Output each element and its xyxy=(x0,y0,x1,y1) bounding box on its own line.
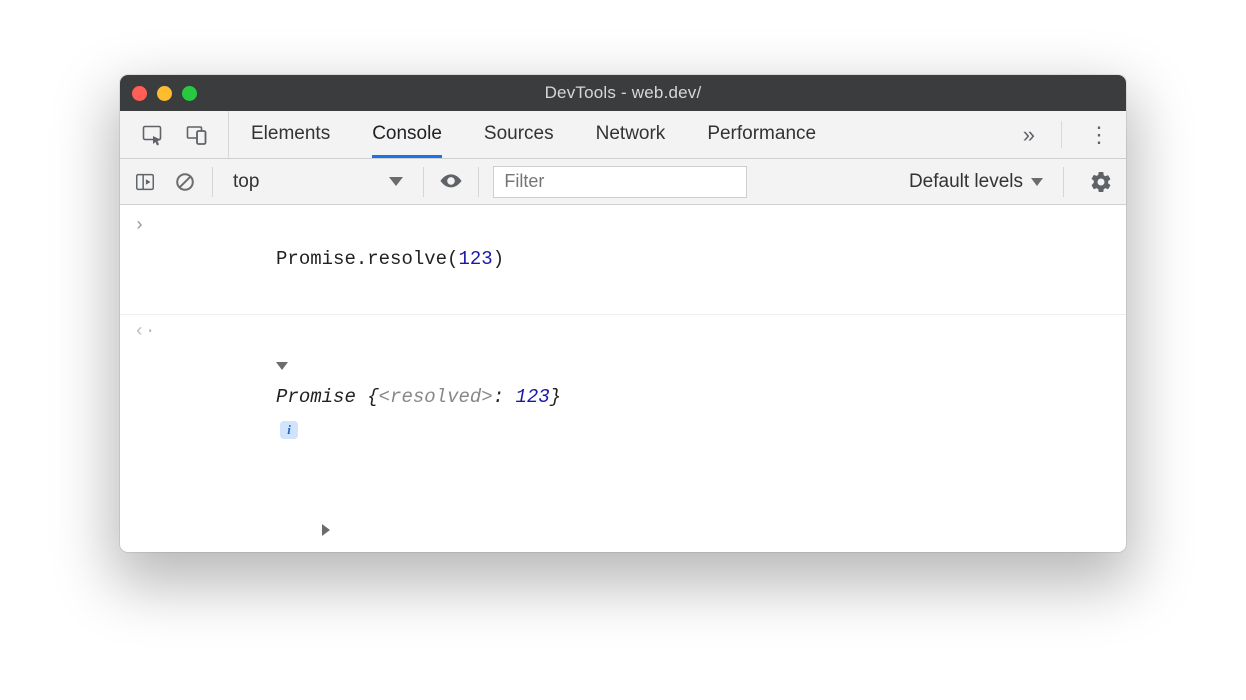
maximize-window-button[interactable] xyxy=(182,86,197,101)
tab-sources[interactable]: Sources xyxy=(484,111,554,158)
tab-console[interactable]: Console xyxy=(372,111,442,158)
tab-performance[interactable]: Performance xyxy=(707,111,816,158)
log-levels-select[interactable]: Default levels xyxy=(909,171,1049,193)
panel-tabstrip: Elements Console Sources Network Perform… xyxy=(120,111,1126,159)
tab-network[interactable]: Network xyxy=(596,111,666,158)
titlebar: DevTools - web.dev/ xyxy=(120,75,1126,111)
close-window-button[interactable] xyxy=(132,86,147,101)
window-controls xyxy=(132,86,197,101)
chevron-down-icon xyxy=(389,177,403,186)
console-result-row[interactable]: ‹· Promise {<resolved>: 123} i xyxy=(120,315,1126,480)
console-toolbar: top Default levels xyxy=(120,159,1126,205)
context-label: top xyxy=(233,171,259,193)
minimize-window-button[interactable] xyxy=(157,86,172,101)
more-tabs-icon[interactable]: » xyxy=(1023,122,1035,148)
devtools-window: DevTools - web.dev/ xyxy=(120,75,1126,552)
clear-console-icon[interactable] xyxy=(172,169,198,195)
live-expression-icon[interactable] xyxy=(438,169,464,195)
info-badge-icon[interactable]: i xyxy=(280,421,298,439)
execution-context-select[interactable]: top xyxy=(227,166,409,198)
console-output: › Promise.resolve(123) ‹· Promise {<reso… xyxy=(120,205,1126,552)
console-input-echo: › Promise.resolve(123) xyxy=(120,209,1126,315)
filter-input[interactable] xyxy=(493,166,747,198)
chevron-down-icon xyxy=(1031,178,1043,186)
levels-label: Default levels xyxy=(909,171,1023,193)
input-chevron-icon: › xyxy=(134,211,145,308)
proto-row[interactable]: __proto__: Promise xyxy=(120,480,1126,552)
disclosure-expanded-icon[interactable] xyxy=(276,362,288,370)
inspect-element-icon[interactable] xyxy=(140,122,166,148)
disclosure-collapsed-icon[interactable] xyxy=(322,524,330,536)
toggle-sidebar-icon[interactable] xyxy=(132,169,158,195)
output-chevron-icon: ‹· xyxy=(134,317,156,478)
device-toolbar-icon[interactable] xyxy=(184,122,210,148)
kebab-menu-icon[interactable]: ⋮ xyxy=(1088,122,1110,148)
console-settings-icon[interactable] xyxy=(1088,169,1114,195)
tab-elements[interactable]: Elements xyxy=(251,111,330,158)
window-title: DevTools - web.dev/ xyxy=(120,83,1126,103)
